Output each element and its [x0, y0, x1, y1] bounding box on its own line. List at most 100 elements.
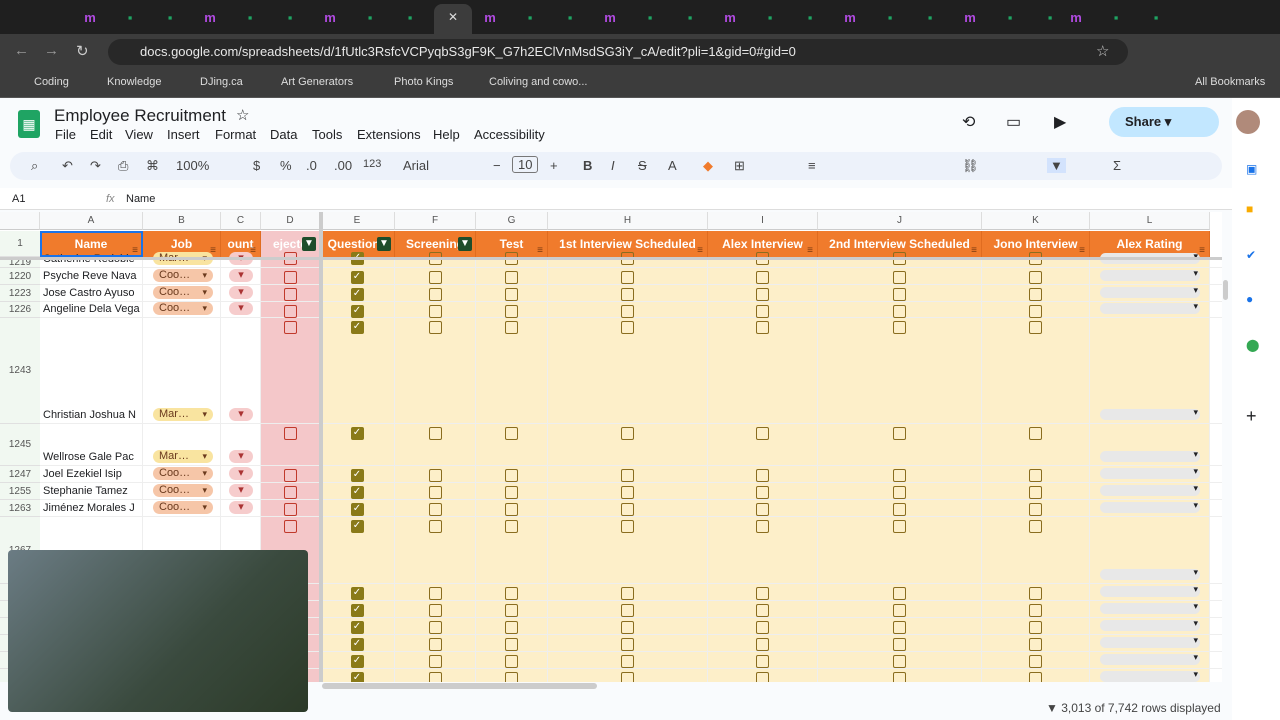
stage-checkbox[interactable] [1029, 271, 1042, 284]
job-dropdown[interactable]: Coo… ▾ [153, 501, 213, 514]
filter-icon[interactable]: ≡ [1199, 238, 1205, 257]
cell-K[interactable] [982, 618, 1090, 634]
filter-icon[interactable]: ≡ [537, 238, 543, 257]
stage-checkbox[interactable] [1029, 503, 1042, 516]
browser-tab-icon[interactable]: m [598, 6, 622, 28]
cell-G[interactable] [476, 466, 548, 482]
cell-E[interactable]: ✓ [320, 669, 395, 682]
cell-G[interactable] [476, 318, 548, 423]
print-icon[interactable]: ⎙ [118, 158, 128, 174]
stage-checkbox[interactable] [893, 321, 906, 334]
cell-B[interactable]: Coo… ▾ [143, 285, 221, 301]
filter-icon[interactable]: ▼ [377, 237, 391, 251]
cell-B[interactable]: Coo… ▾ [143, 500, 221, 516]
cell-H[interactable] [548, 318, 708, 423]
cell-E[interactable]: ✓ [320, 285, 395, 301]
text-color-icon[interactable]: A [668, 158, 677, 173]
rating-dropdown[interactable]: ▾ [1100, 466, 1200, 479]
cell-F[interactable] [395, 302, 476, 318]
rating-dropdown[interactable]: ▾ [1100, 500, 1200, 513]
cell-G[interactable] [476, 669, 548, 682]
cell-E[interactable]: ✓ [320, 584, 395, 600]
cell-F[interactable] [395, 669, 476, 682]
stage-checkbox[interactable] [893, 587, 906, 600]
stage-checkbox[interactable] [756, 587, 769, 600]
browser-tab-icon[interactable]: m [78, 6, 102, 28]
count-dropdown[interactable]: ▾ [229, 302, 253, 315]
cell-J[interactable] [818, 618, 982, 634]
stage-checkbox[interactable] [621, 520, 634, 533]
cell-I[interactable] [708, 466, 818, 482]
stage-checkbox[interactable] [756, 271, 769, 284]
cell-G[interactable] [476, 268, 548, 284]
redo-icon[interactable]: ↷ [90, 158, 101, 174]
cell-A[interactable]: Jose Castro Ayuso [40, 285, 143, 301]
rating-dropdown[interactable]: ▾ [1100, 669, 1200, 682]
stage-checkbox[interactable] [756, 638, 769, 651]
italic-icon[interactable]: I [611, 158, 615, 173]
cell-K[interactable] [982, 318, 1090, 423]
cell-H[interactable] [548, 618, 708, 634]
stage-checkbox[interactable]: ✓ [350, 621, 364, 634]
stage-checkbox[interactable] [1029, 321, 1042, 334]
cell-F[interactable] [395, 466, 476, 482]
column-header-J[interactable]: J [818, 212, 982, 230]
cell-G[interactable] [476, 483, 548, 499]
filter-icon[interactable]: ≡ [697, 238, 703, 257]
increase-decimal-button[interactable]: .00 [334, 158, 352, 173]
cell-J[interactable] [818, 466, 982, 482]
stage-checkbox[interactable]: ✓ [350, 427, 364, 440]
rating-dropdown[interactable]: ▾ [1100, 584, 1200, 597]
stage-checkbox[interactable] [893, 655, 906, 668]
cell-L[interactable]: ▾ [1090, 618, 1210, 634]
cell-I[interactable] [708, 601, 818, 617]
cell-G[interactable] [476, 424, 548, 465]
job-dropdown[interactable]: Coo… ▾ [153, 286, 213, 299]
formula-input[interactable]: Name [126, 193, 155, 205]
cell-E[interactable]: ✓ [320, 601, 395, 617]
cell-G[interactable] [476, 302, 548, 318]
cell-K[interactable] [982, 285, 1090, 301]
stage-checkbox[interactable] [621, 621, 634, 634]
column-header-E[interactable]: E [320, 212, 395, 230]
rejected-checkbox[interactable] [283, 427, 297, 440]
cell-D[interactable] [261, 500, 320, 516]
count-dropdown[interactable]: ▾ [229, 467, 253, 480]
cell-K[interactable] [982, 500, 1090, 516]
bookmark-art-generators[interactable]: Art Generators [281, 76, 353, 88]
rating-dropdown[interactable]: ▾ [1100, 567, 1200, 580]
stage-checkbox[interactable] [621, 655, 634, 668]
stage-checkbox[interactable] [756, 655, 769, 668]
stage-checkbox[interactable]: ✓ [350, 672, 364, 682]
cell-L[interactable]: ▾ [1090, 584, 1210, 600]
cell-C[interactable]: ▾ [221, 318, 261, 423]
cell-A[interactable]: Joel Ezekiel Isip [40, 466, 143, 482]
cell-C[interactable]: ▾ [221, 424, 261, 465]
stage-checkbox[interactable] [1029, 486, 1042, 499]
stage-checkbox[interactable] [505, 288, 518, 301]
cell-C[interactable]: ▾ [221, 466, 261, 482]
stage-checkbox[interactable]: ✓ [350, 638, 364, 651]
stage-checkbox[interactable]: ✓ [350, 520, 364, 533]
star-icon[interactable]: ☆ [236, 106, 249, 124]
cell-E[interactable]: ✓ [320, 268, 395, 284]
percent-button[interactable]: % [280, 158, 292, 173]
count-dropdown[interactable]: ▾ [229, 484, 253, 497]
browser-tab-icon[interactable]: m [478, 6, 502, 28]
cell-I[interactable] [708, 618, 818, 634]
stage-checkbox[interactable]: ✓ [350, 604, 364, 617]
font-select[interactable]: Arial [403, 158, 429, 173]
calendar-icon[interactable]: ▣ [1246, 162, 1257, 176]
cell-B[interactable]: Mar… ▾ [143, 424, 221, 465]
browser-tab-icon[interactable]: ▪ [1104, 6, 1128, 28]
filter-icon[interactable]: ≡ [807, 238, 813, 257]
cell-I[interactable] [708, 500, 818, 516]
cell-D[interactable] [261, 268, 320, 284]
job-dropdown[interactable]: Coo… ▾ [153, 269, 213, 282]
rejected-checkbox[interactable] [283, 305, 297, 318]
stage-checkbox[interactable] [1029, 604, 1042, 617]
cell-H[interactable] [548, 601, 708, 617]
stage-checkbox[interactable] [756, 305, 769, 318]
browser-tab-icon[interactable]: m [838, 6, 862, 28]
filter-icon[interactable]: ≡ [971, 238, 977, 257]
